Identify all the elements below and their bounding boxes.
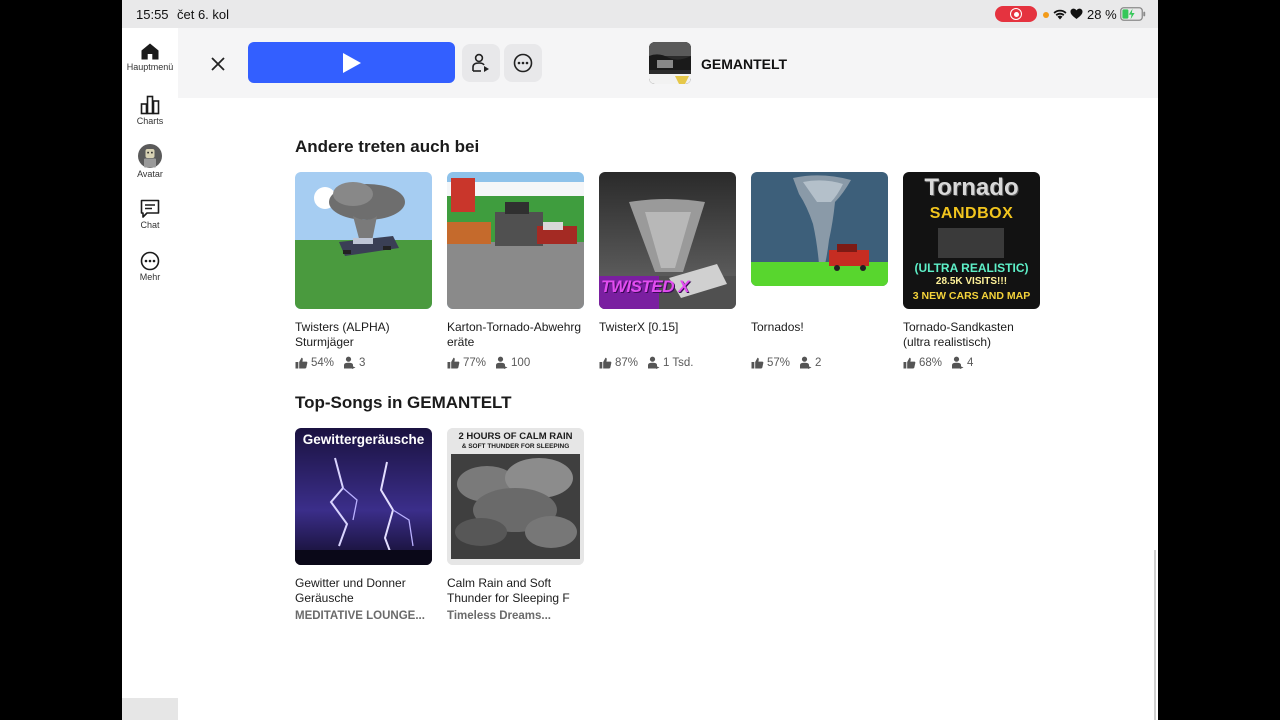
game-players: 4 [967,356,974,369]
song-card[interactable]: 2 HOURS OF CALM RAIN & SOFT THUNDER FOR … [447,428,585,622]
nav-item-more[interactable]: Mehr [122,251,178,282]
game-card[interactable]: TWISTED X TwisterX [0.15] 87% 1 Tsd. [599,172,737,369]
game-thumbnail [295,172,432,309]
game-rating: 54% [311,356,335,369]
song-card[interactable]: Gewittergeräusche Gewitter und Donner Ge… [295,428,433,622]
others-section-title: Andere treten auch bei [295,137,480,156]
game-name: Tornado-Sandkasten (ultra realistisch) [903,320,1014,349]
nav-label-more: Mehr [139,272,161,282]
game-stats: 77% 100 [447,356,530,369]
songs-section-title: Top-Songs in GEMANTELT [295,393,512,412]
thumbs-up-icon [903,357,916,368]
avatar-icon [138,144,162,168]
wifi-icon [1053,9,1067,20]
more-options-button[interactable] [504,44,542,82]
nav-label-home: Hauptmenü [126,62,174,72]
thumbnail-text-line: 28.5K VISITS!!! [935,276,1008,287]
more-options-icon [513,53,533,73]
game-thumbnail: Tornado SANDBOX (ULTRA REALISTIC) 28.5K … [903,172,1040,309]
game-name: Tornados! [751,320,804,334]
thumbnail-text-line: (ULTRA REALISTIC) [914,261,1029,275]
game-players: 2 [815,356,822,369]
players-icon [648,356,660,369]
battery-percentage: 28 % [1087,7,1117,22]
players-icon [496,356,508,369]
nav-item-chat[interactable]: Chat [122,199,178,230]
thumbnail-text-line: 3 NEW CARS AND MAP [912,290,1031,302]
play-button[interactable] [248,42,455,83]
thumbnail-title-text: Tornado [924,174,1019,201]
play-icon [342,52,361,73]
battery-charging-icon [1120,7,1146,21]
song-name: Calm Rain and Soft Thunder for Sleeping … [447,576,570,605]
game-thumbnail [447,172,584,309]
song-cover: 2 HOURS OF CALM RAIN & SOFT THUNDER FOR … [447,428,584,565]
thumbnail-subtitle-text: SANDBOX [929,205,1014,222]
cover-title-text: Gewittergeräusche [302,432,425,447]
game-stats: 68% 4 [903,356,973,369]
players-icon [952,356,964,369]
app-screen: 15:55 čet 6. kol 28 % Hauptmenü Charts A… [122,0,1158,720]
game-rating: 68% [919,356,943,369]
song-name: Gewitter und Donner Geräusche [295,576,406,605]
game-players: 100 [511,356,531,369]
thumbs-up-icon [751,357,764,368]
home-icon [141,43,159,60]
game-thumbnail [649,42,691,84]
nav-label-chat: Chat [140,220,160,230]
game-name: Karton-Tornado-Abwehrgeräte [447,320,582,349]
thumbnail-logo-text: TWISTED X [601,277,690,296]
game-card[interactable]: Tornados! 57% 2 [751,172,889,369]
party-button[interactable] [462,44,500,82]
game-stats: 54% 3 [295,356,365,369]
cover-title-text: 2 HOURS OF CALM RAIN [458,431,573,442]
game-thumbnail: TWISTED X [599,172,736,309]
game-header: GEMANTELT [178,28,1158,98]
game-players: 1 Tsd. [663,356,694,369]
party-icon [472,53,489,72]
cover-subtitle-text: & SOFT THUNDER FOR SLEEPING [461,443,570,450]
song-cover: Gewittergeräusche [295,428,432,565]
game-rating: 77% [463,356,487,369]
screen-recording-icon[interactable] [995,6,1037,22]
game-card[interactable]: Tornado SANDBOX (ULTRA REALISTIC) 28.5K … [903,172,1041,369]
nav-item-avatar[interactable]: Avatar [122,144,178,179]
game-title: GEMANTELT [701,56,788,72]
game-players: 3 [359,356,366,369]
song-artist: MEDITATIVE LOUNGE... [295,610,425,622]
game-thumbnail [751,172,888,286]
left-navigation: Hauptmenü Charts Avatar Chat Mehr [122,28,178,720]
chat-icon [140,199,160,218]
game-stats: 57% 2 [751,356,821,369]
nav-label-charts: Charts [136,116,164,126]
scrollbar[interactable] [1154,550,1156,720]
nav-footer [122,698,178,720]
game-stats: 87% 1 Tsd. [599,356,694,369]
status-date: čet 6. kol [177,7,230,22]
status-bar: 15:55 čet 6. kol 28 % [122,0,1158,28]
thumbs-up-icon [599,357,612,368]
nav-label-avatar: Avatar [137,169,163,179]
game-name: Twisters (ALPHA) Sturmjäger [295,320,390,349]
players-icon [800,356,812,369]
nav-item-home[interactable]: Hauptmenü [122,42,178,72]
game-card[interactable]: Karton-Tornado-Abwehrgeräte 77% 100 [447,172,585,369]
thumbs-up-icon [295,357,308,368]
game-card[interactable]: Twisters (ALPHA) Sturmjäger 54% 3 [295,172,433,369]
thumbs-up-icon [447,357,460,368]
nav-item-charts[interactable]: Charts [122,95,178,126]
heart-icon [1070,8,1083,19]
close-button[interactable] [204,50,232,78]
game-rating: 57% [767,356,791,369]
mic-indicator-icon [1043,12,1049,18]
game-name: TwisterX [0.15] [599,320,679,334]
game-rating: 87% [615,356,639,369]
more-icon [140,251,160,271]
song-artist: Timeless Dreams... [447,610,551,622]
charts-icon [140,95,160,115]
status-time: 15:55 [136,7,169,22]
players-icon [344,356,356,369]
close-icon [211,57,225,71]
